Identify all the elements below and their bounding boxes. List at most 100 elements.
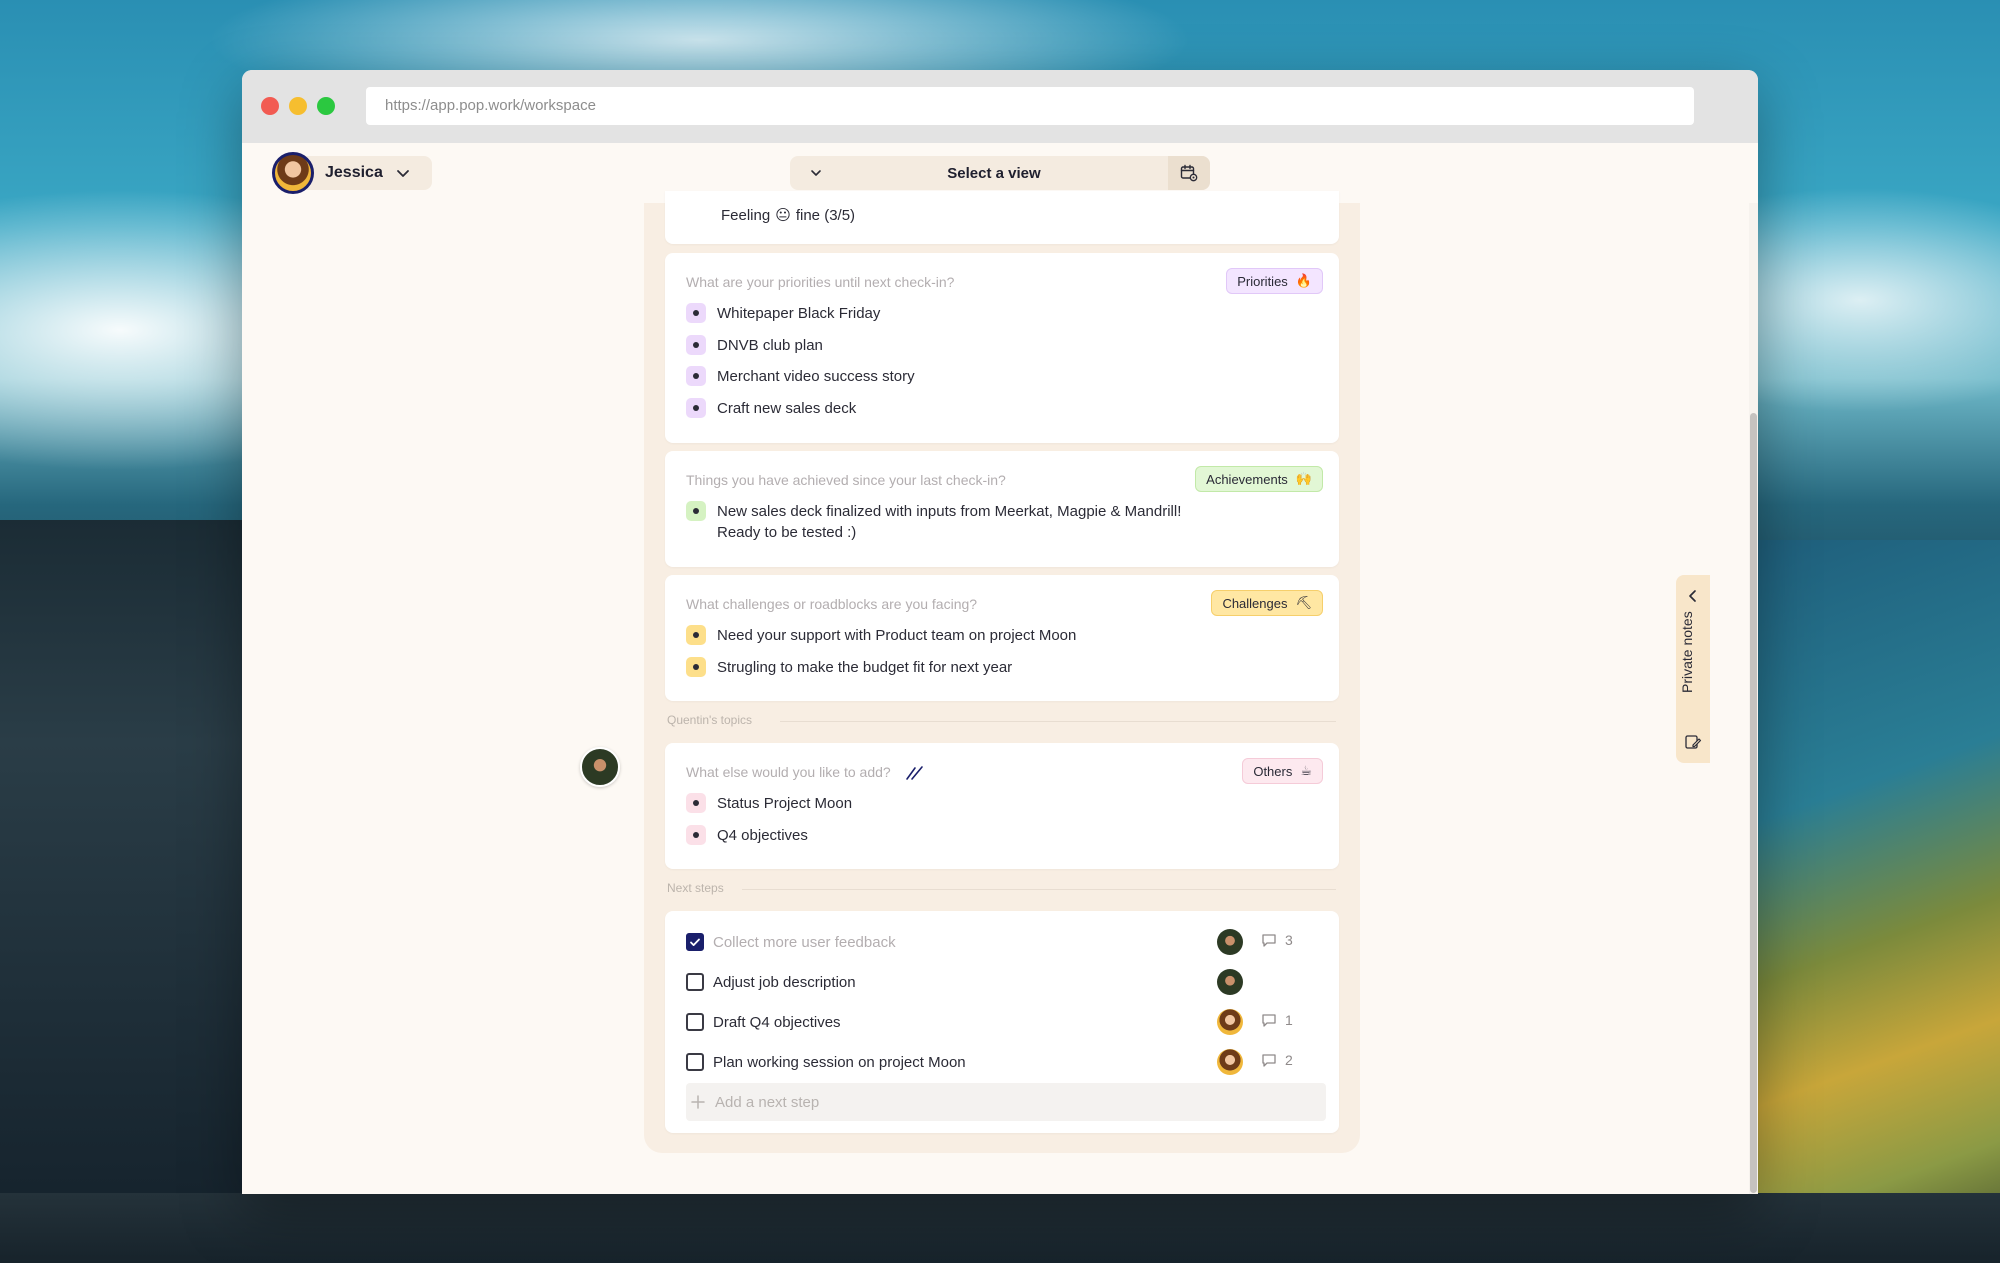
assignee-avatar[interactable] (1217, 929, 1243, 955)
background-coast-right (1750, 540, 2000, 1263)
view-select-label: Select a view (947, 164, 1041, 182)
quentin-topics-label: Quentin's topics (667, 713, 753, 727)
minimize-window-button[interactable] (289, 97, 307, 115)
checkbox[interactable] (686, 1013, 704, 1031)
private-notes-tab[interactable]: Private notes (1676, 575, 1710, 763)
list-item-label: Strugling to make the budget fit for nex… (717, 659, 1013, 676)
check-in-panel: Feeling 😐 fine (3/5) What are your prior… (644, 191, 1360, 1153)
chevron-down-icon (811, 170, 821, 176)
maximize-window-button[interactable] (317, 97, 335, 115)
pick-icon: ⛏ (1295, 595, 1312, 610)
list-item[interactable]: Status Project Moon (686, 793, 852, 814)
list-item-label: Need your support with Product team on p… (717, 627, 1077, 644)
others-question: What else would you like to add? (686, 764, 927, 781)
list-item-label: Merchant video success story (717, 368, 915, 385)
comment-count-value: 3 (1285, 932, 1293, 948)
list-item[interactable]: Strugling to make the budget fit for nex… (686, 657, 1012, 678)
mood-text: Feeling 😐 fine (3/5) (721, 205, 855, 226)
avatar (272, 152, 314, 194)
mood-card: Feeling 😐 fine (3/5) (665, 191, 1339, 244)
list-item-line: Ready to be tested :) (717, 524, 857, 541)
next-step-label[interactable]: Adjust job description (713, 974, 856, 991)
others-question-text: What else would you like to add? (686, 764, 891, 780)
list-item-label: Whitepaper Black Friday (717, 305, 881, 322)
mood-text-before: Feeling (721, 207, 771, 224)
priorities-tag: Priorities 🔥 (1226, 268, 1323, 294)
bullet-icon (686, 398, 706, 418)
list-item-label: Craft new sales deck (717, 400, 857, 417)
next-steps-label: Next steps (667, 881, 724, 895)
priorities-card: What are your priorities until next chec… (665, 253, 1339, 443)
others-tag: Others ☕ (1242, 758, 1323, 784)
checkbox[interactable] (686, 933, 704, 951)
participant-avatar[interactable] (580, 747, 620, 787)
fire-icon: 🔥 (1295, 273, 1312, 288)
list-item-label: New sales deck finalized with inputs fro… (717, 501, 1181, 543)
mood-text-after: fine (3/5) (795, 207, 856, 224)
private-notes-label: Private notes (1679, 611, 1695, 693)
list-item[interactable]: Whitepaper Black Friday (686, 303, 880, 324)
achievements-tag-label: Achievements (1206, 471, 1288, 487)
user-name: Jessica (325, 164, 383, 181)
comment-count-value: 2 (1285, 1052, 1293, 1068)
list-item[interactable]: DNVB club plan (686, 335, 823, 356)
comment-icon (1262, 1054, 1276, 1067)
list-item-label: DNVB club plan (717, 337, 823, 354)
plus-icon (691, 1095, 705, 1109)
scrollbar[interactable] (1749, 203, 1758, 1194)
assignee-avatar[interactable] (1217, 969, 1243, 995)
next-step-label[interactable]: Collect more user feedback (713, 934, 896, 951)
list-item-label: Status Project Moon (717, 795, 853, 812)
achievements-question: Things you have achieved since your last… (686, 472, 1006, 488)
browser-titlebar: https://app.pop.work/workspace (242, 70, 1758, 143)
challenges-card: What challenges or roadblocks are you fa… (665, 575, 1339, 701)
raised-hands-icon: 🙌 (1295, 471, 1312, 486)
add-next-step-input[interactable]: Add a next step (686, 1083, 1326, 1121)
bullet-icon (686, 303, 706, 323)
assignee-avatar[interactable] (1217, 1049, 1243, 1075)
others-card: What else would you like to add? Others … (665, 743, 1339, 869)
next-step-label[interactable]: Draft Q4 objectives (713, 1014, 841, 1031)
priorities-question: What are your priorities until next chec… (686, 274, 955, 290)
close-window-button[interactable] (261, 97, 279, 115)
comment-icon (1262, 934, 1276, 947)
user-switcher[interactable]: Jessica (272, 152, 432, 194)
view-select[interactable]: Select a view (790, 156, 1210, 190)
bullet-icon (686, 793, 706, 813)
list-item[interactable]: New sales deck finalized with inputs fro… (686, 501, 1181, 543)
next-step-label[interactable]: Plan working session on project Moon (713, 1054, 966, 1071)
bullet-icon (686, 501, 706, 521)
list-item[interactable]: Q4 objectives (686, 825, 808, 846)
background-rocks-bottom (0, 1193, 2000, 1263)
comment-count-value: 1 (1285, 1012, 1293, 1028)
bullet-icon (686, 366, 706, 386)
comment-count[interactable]: 3 (1261, 932, 1293, 948)
read-checkmark-icon (905, 766, 923, 781)
coffee-icon: ☕ (1300, 763, 1312, 778)
priorities-tag-label: Priorities (1237, 273, 1288, 289)
list-item[interactable]: Craft new sales deck (686, 398, 856, 419)
challenges-tag: Challenges ⛏ (1211, 590, 1323, 616)
list-item[interactable]: Merchant video success story (686, 366, 915, 387)
list-item-line: New sales deck finalized with inputs fro… (717, 503, 1182, 520)
list-item[interactable]: Need your support with Product team on p… (686, 625, 1076, 646)
comment-icon (1262, 1014, 1276, 1027)
scrollbar-thumb[interactable] (1750, 413, 1757, 1193)
neutral-face-icon: 😐 (775, 207, 791, 224)
checkbox[interactable] (686, 1053, 704, 1071)
url-bar[interactable]: https://app.pop.work/workspace (366, 87, 1694, 125)
calendar-gear-icon (1180, 164, 1198, 182)
note-edit-icon (1685, 735, 1702, 749)
next-steps-card: Collect more user feedback 3 Adjust job … (665, 911, 1339, 1133)
chevron-down-icon (396, 170, 409, 177)
bullet-icon (686, 335, 706, 355)
next-step-row: Adjust job description (686, 969, 1326, 995)
calendar-settings-button[interactable] (1168, 156, 1210, 190)
bullet-icon (686, 825, 706, 845)
check-icon (690, 938, 700, 946)
section-divider (742, 889, 1336, 890)
comment-count[interactable]: 1 (1261, 1012, 1293, 1028)
comment-count[interactable]: 2 (1261, 1052, 1293, 1068)
assignee-avatar[interactable] (1217, 1009, 1243, 1035)
checkbox[interactable] (686, 973, 704, 991)
